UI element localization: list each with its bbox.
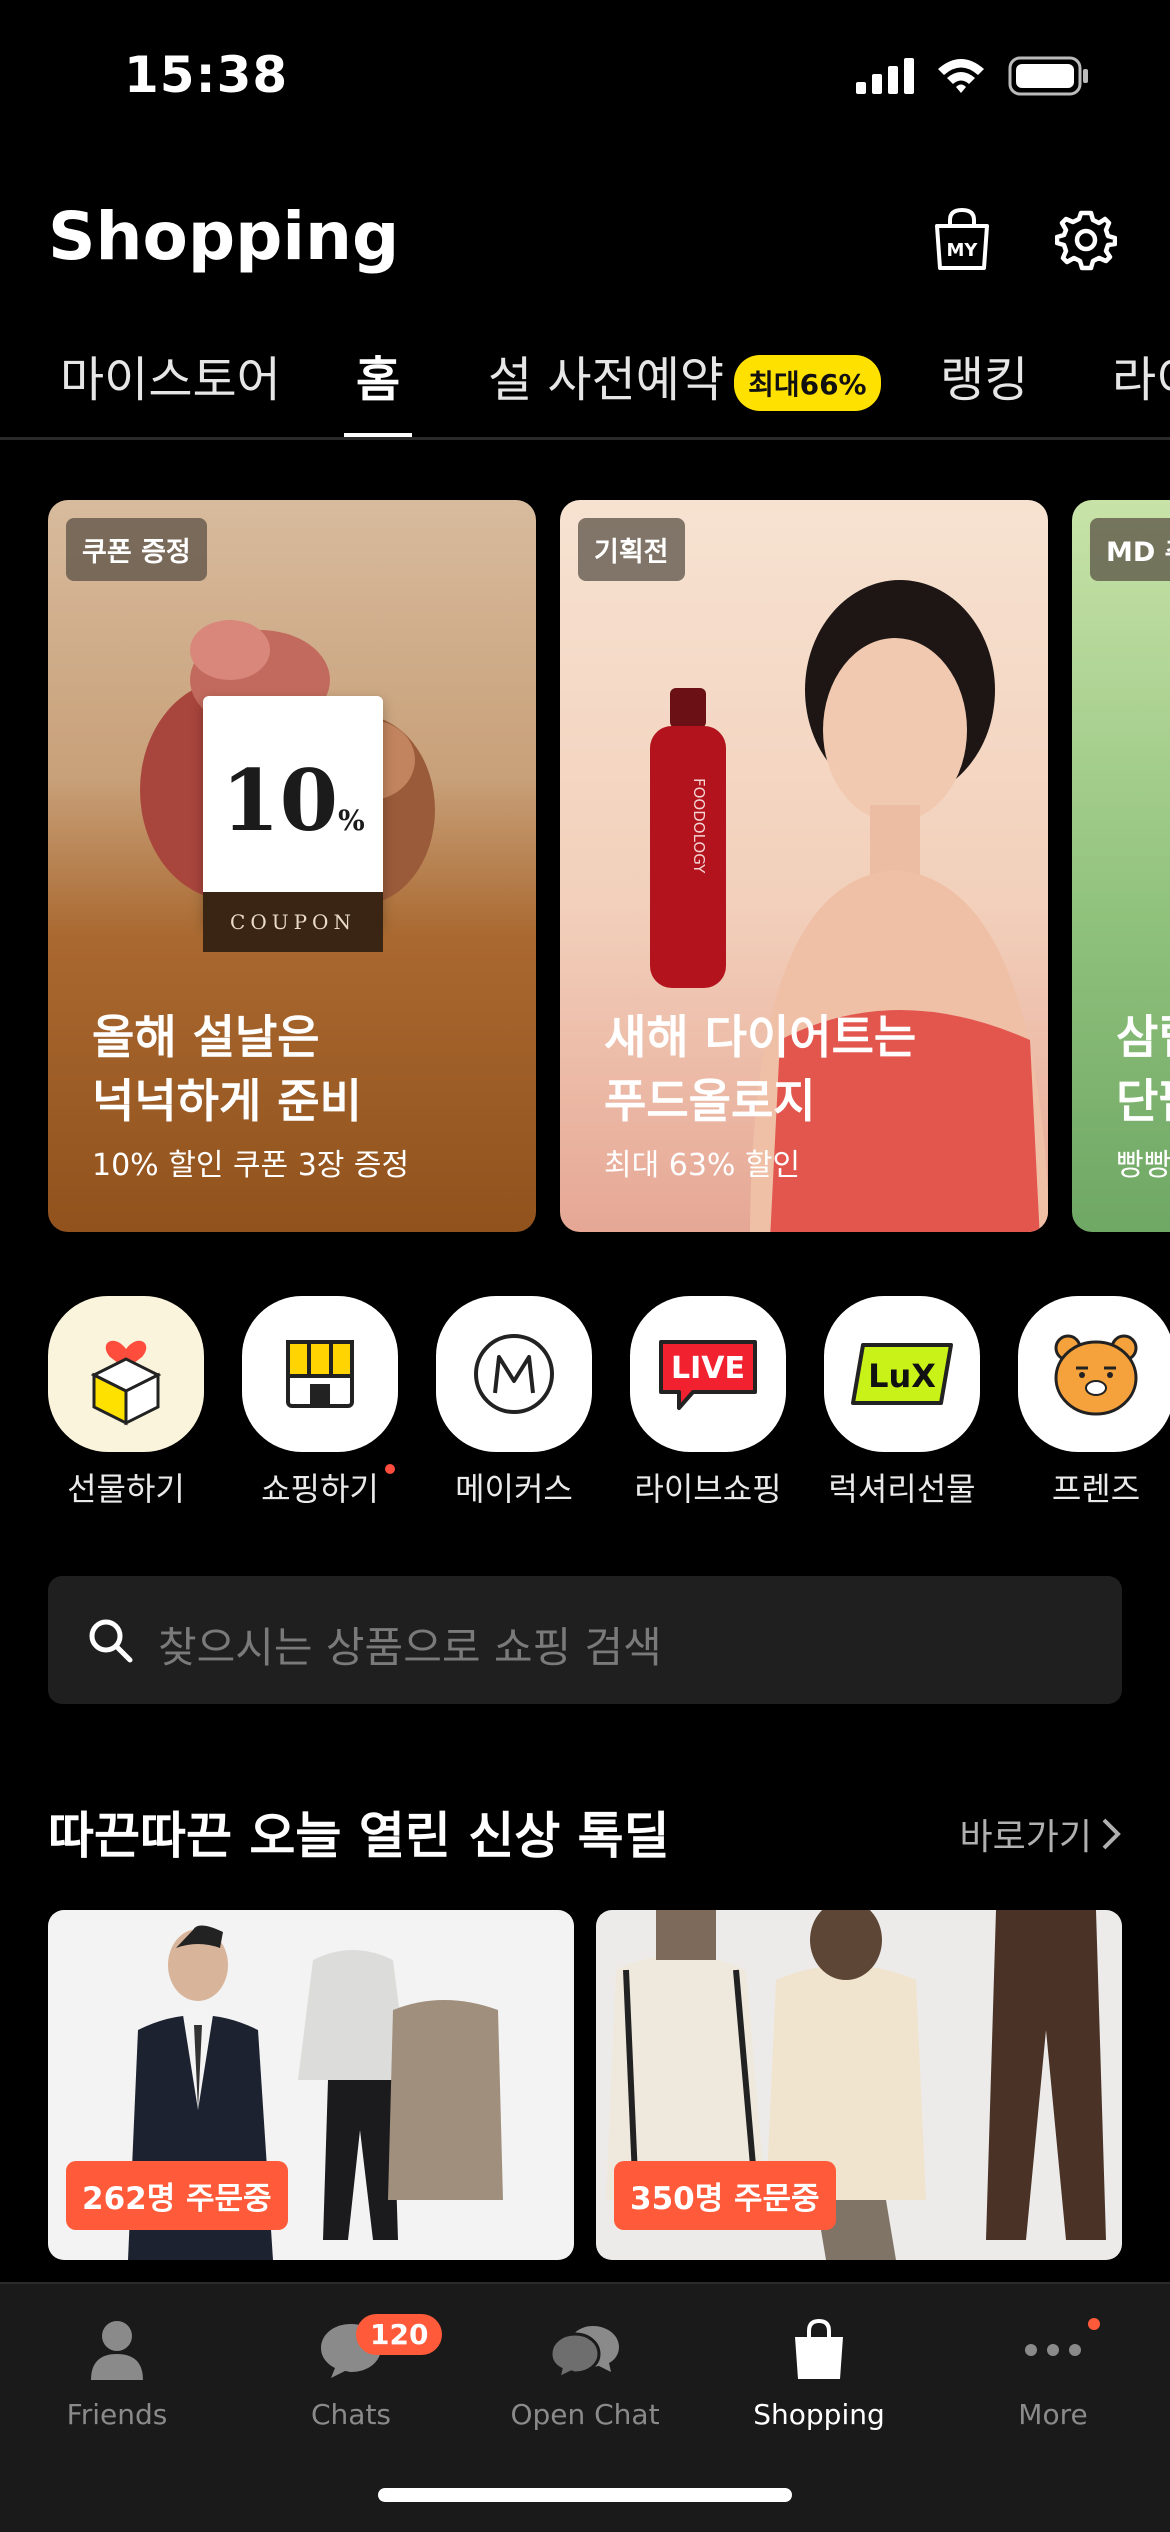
banner-tag: 기획전 bbox=[578, 518, 685, 581]
header: Shopping MY bbox=[0, 190, 1170, 300]
banner-subtitle: 10% 할인 쿠폰 3장 증정 bbox=[92, 1148, 410, 1183]
live-icon: LIVE bbox=[630, 1296, 786, 1452]
banner-title: 새해 다이어트는 푸드올로지 bbox=[604, 1010, 917, 1128]
category-gift[interactable]: 선물하기 bbox=[48, 1296, 204, 1510]
banner-title: 올해 설날은 넉넉하게 준비 bbox=[92, 1010, 362, 1128]
tabbar-shopping[interactable]: Shopping bbox=[702, 2310, 936, 2431]
promo-banner-carousel[interactable]: 10% COUPON 쿠폰 증정 올해 설날은 넉넉하게 준비 10% 할인 쿠… bbox=[48, 500, 1170, 1232]
store-icon bbox=[242, 1296, 398, 1452]
more-dots-icon bbox=[1025, 2344, 1081, 2356]
category-shortcuts: 선물하기 쇼핑하기 메이커스 LIVE 라이브쇼핑 LuX 럭셔리선물 프렌즈 bbox=[48, 1296, 1170, 1516]
settings-button[interactable] bbox=[1050, 204, 1122, 276]
open-chat-icon bbox=[549, 2326, 619, 2380]
tab-live[interactable]: 라이 bbox=[1112, 340, 1170, 437]
tabbar-open-chat[interactable]: Open Chat bbox=[468, 2310, 702, 2431]
my-bag-icon: MY bbox=[935, 208, 989, 270]
promo-banner-coupon[interactable]: 10% COUPON 쿠폰 증정 올해 설날은 넉넉하게 준비 10% 할인 쿠… bbox=[48, 500, 536, 1232]
order-count-badge: 262명 주문중 bbox=[66, 2161, 288, 2230]
category-live-shopping[interactable]: LIVE 라이브쇼핑 bbox=[630, 1296, 786, 1510]
search-placeholder: 찾으시는 상품으로 쇼핑 검색 bbox=[158, 1623, 662, 1672]
red-bottle-image: FOODOLOGY bbox=[650, 688, 726, 988]
notification-dot bbox=[1088, 2318, 1100, 2330]
coupon-label: COUPON bbox=[203, 892, 383, 952]
person-icon bbox=[91, 2321, 143, 2380]
svg-text:LIVE: LIVE bbox=[671, 1351, 745, 1386]
tabbar-friends[interactable]: Friends bbox=[0, 2310, 234, 2431]
svg-text:LuX: LuX bbox=[868, 1357, 936, 1395]
product-list: 262명 주문중 350명 주문중 bbox=[48, 1910, 1122, 2260]
tab-home[interactable]: 홈 bbox=[343, 340, 413, 437]
product-card[interactable]: 350명 주문중 bbox=[596, 1910, 1122, 2260]
gear-icon bbox=[1055, 210, 1117, 271]
promo-banner-foodology[interactable]: FOODOLOGY 기획전 새해 다이어트는 푸드올로지 최대 63% 할인 bbox=[560, 500, 1048, 1232]
banner-subtitle: 최대 63% 할인 bbox=[604, 1148, 801, 1183]
wifi-icon bbox=[938, 59, 984, 93]
category-luxury[interactable]: LuX 럭셔리선물 bbox=[824, 1296, 980, 1510]
chevron-right-icon bbox=[1102, 1818, 1121, 1850]
friends-ryan-icon bbox=[1018, 1296, 1170, 1452]
page-title: Shopping bbox=[48, 198, 400, 275]
section-title: 따끈따끈 오늘 열린 신상 톡딜 bbox=[48, 1807, 670, 1865]
tabbar-more[interactable]: More bbox=[936, 2310, 1170, 2431]
search-input[interactable]: 찾으시는 상품으로 쇼핑 검색 bbox=[48, 1576, 1122, 1704]
tab-seollal-preorder[interactable]: 설 사전예약 최대66% bbox=[488, 340, 881, 437]
status-icons bbox=[856, 56, 1090, 96]
banner-title: 삼립 단팥 bbox=[1116, 1010, 1170, 1128]
discount-badge: 최대66% bbox=[734, 355, 881, 411]
banner-tag: 쿠폰 증정 bbox=[66, 518, 207, 581]
search-icon bbox=[89, 1619, 133, 1663]
unread-count-badge: 120 bbox=[356, 2314, 443, 2355]
category-makers[interactable]: 메이커스 bbox=[436, 1296, 592, 1510]
status-time: 15:38 bbox=[124, 46, 289, 104]
section-shortcut-link[interactable]: 바로가기 bbox=[960, 1808, 1122, 1860]
my-label: MY bbox=[947, 240, 979, 261]
battery-icon bbox=[1008, 56, 1088, 96]
order-count-badge: 350명 주문중 bbox=[614, 2161, 836, 2230]
category-shopping[interactable]: 쇼핑하기 bbox=[242, 1296, 398, 1510]
tab-mystore[interactable]: 마이스토어 bbox=[60, 340, 281, 437]
cellular-signal-icon bbox=[856, 58, 914, 94]
new-dot bbox=[384, 1464, 395, 1474]
banner-subtitle: 빵빵 bbox=[1116, 1148, 1170, 1183]
category-tabs: 마이스토어 홈 설 사전예약최대66% 랭킹 라이 bbox=[0, 330, 1170, 440]
product-card[interactable]: 262명 주문중 bbox=[48, 1910, 574, 2260]
gift-box-icon bbox=[48, 1296, 204, 1452]
category-friends[interactable]: 프렌즈 bbox=[1018, 1296, 1170, 1510]
home-indicator bbox=[378, 2488, 792, 2502]
shopping-bag-icon bbox=[795, 2319, 843, 2379]
tabbar-chats[interactable]: 120 Chats bbox=[234, 2310, 468, 2431]
model-photo bbox=[750, 580, 1048, 1232]
my-shopping-button[interactable]: MY bbox=[926, 204, 998, 276]
luxury-icon: LuX bbox=[824, 1296, 980, 1452]
banner-tag: MD 추 bbox=[1090, 518, 1170, 581]
status-bar: 15:38 bbox=[0, 0, 1170, 150]
bottle-brand: FOODOLOGY bbox=[690, 778, 708, 874]
makers-icon bbox=[436, 1296, 592, 1452]
promo-banner-md[interactable]: MD 추 삼립 단팥 빵빵 bbox=[1072, 500, 1170, 1232]
tab-ranking[interactable]: 랭킹 bbox=[940, 340, 1028, 437]
